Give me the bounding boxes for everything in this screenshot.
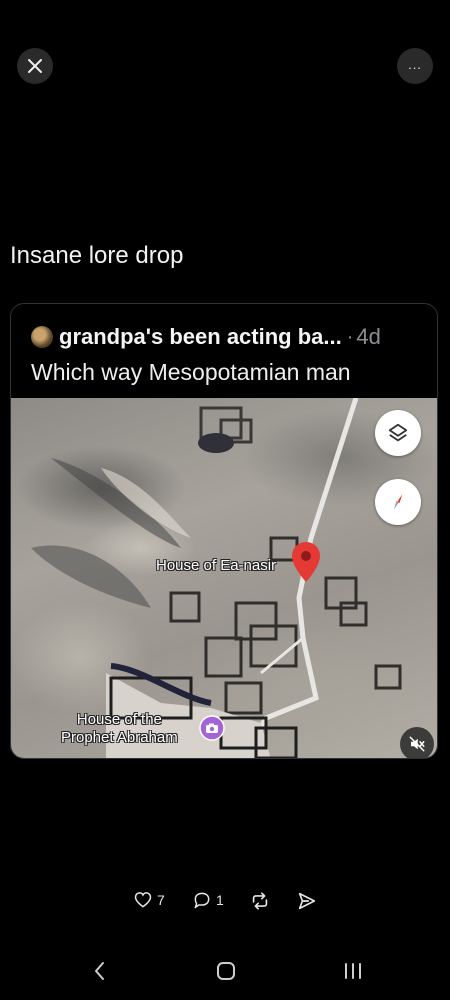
map-label-line: Prophet Abraham [61, 729, 178, 746]
post-text: Insane lore drop [10, 242, 184, 269]
more-options-button[interactable]: ... [397, 48, 433, 84]
share-button[interactable] [296, 890, 318, 912]
location-pin-icon[interactable] [291, 541, 321, 588]
nav-back-button[interactable] [90, 960, 110, 987]
separator-dot: · [346, 325, 354, 348]
quoted-post-card[interactable]: grandpa's been acting ba... · 4d Which w… [10, 303, 438, 759]
compass-icon [393, 494, 403, 510]
layers-icon [388, 423, 408, 442]
quoted-post-text: Which way Mesopotamian man [31, 359, 351, 385]
like-count: 7 [157, 892, 165, 908]
reply-count: 1 [216, 892, 224, 908]
more-horizontal-icon: ... [408, 56, 422, 72]
back-chevron-icon [95, 962, 104, 980]
dark-pit [198, 433, 234, 453]
nav-recent-apps-button[interactable] [342, 960, 364, 987]
reply-button[interactable]: 1 [192, 890, 224, 910]
author-name[interactable]: grandpa's been acting ba... [59, 324, 342, 350]
send-icon [298, 892, 316, 910]
heart-icon [134, 892, 152, 908]
repost-button[interactable] [249, 890, 271, 912]
comment-icon [194, 892, 210, 909]
quoted-post-header: grandpa's been acting ba... · 4d [31, 320, 417, 354]
map-layers-button[interactable] [375, 410, 421, 456]
close-button[interactable] [17, 48, 53, 84]
home-icon [217, 962, 235, 980]
terrain-ridge [51, 458, 181, 548]
map-compass-button[interactable] [375, 479, 421, 525]
post-actions: 7 1 [0, 888, 450, 918]
avatar[interactable] [31, 326, 53, 348]
post-age: 4d [356, 324, 381, 349]
terrain-ridge [31, 545, 151, 608]
nav-home-button[interactable] [215, 960, 237, 987]
map-features [31, 398, 402, 758]
system-navigation-bar [0, 955, 450, 995]
like-button[interactable]: 7 [133, 890, 165, 910]
repost-icon [252, 892, 268, 910]
close-icon [28, 59, 42, 73]
map-label-line: House of the [76, 711, 162, 728]
mute-button[interactable] [400, 727, 434, 758]
map-label-house-of-prophet-abraham[interactable]: House of the Prophet Abraham [61, 711, 178, 747]
map-image[interactable]: House of Ea-nasir House of the Prophet A… [11, 398, 437, 758]
camera-poi-icon[interactable] [199, 715, 225, 746]
muted-speaker-icon [409, 736, 425, 752]
recent-apps-icon [345, 963, 361, 979]
map-label-house-of-ea-nasir[interactable]: House of Ea-nasir [156, 557, 276, 575]
